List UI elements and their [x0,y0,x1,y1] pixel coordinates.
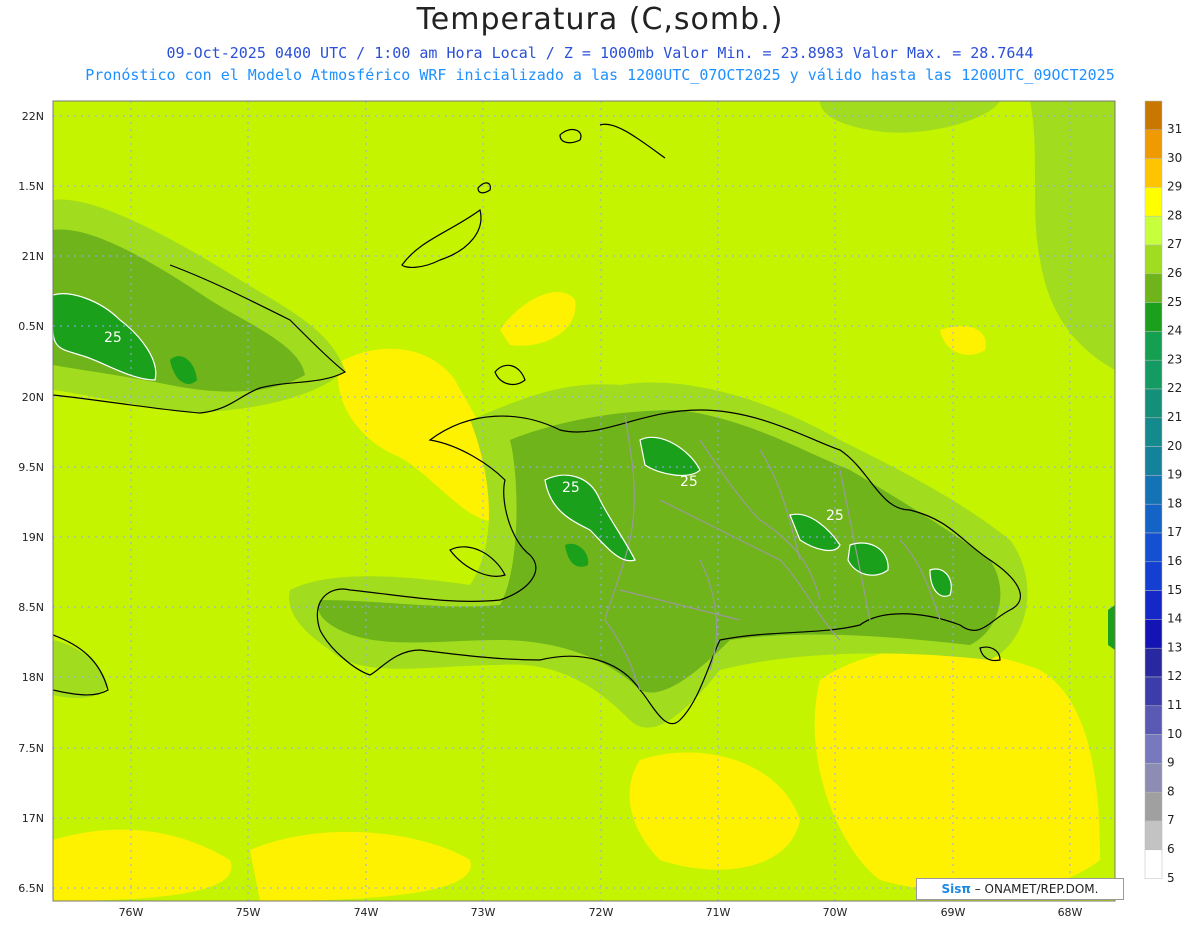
colorbar-label: 27 [1167,237,1182,251]
colorbar-label: 14 [1167,612,1182,626]
colorbar-label: 29 [1167,180,1182,194]
colorbar-swatch [1144,100,1163,131]
lat-label: 7.5N [18,742,44,755]
lat-label: 0.5N [18,320,44,333]
colorbar-swatch [1144,820,1163,851]
colorbar-label: 22 [1167,381,1182,395]
colorbar-swatch [1144,475,1163,505]
colorbar-swatch [1144,619,1163,649]
colorbar-swatch [1144,676,1163,707]
colorbar-swatch [1144,849,1163,879]
lat-label: 20N [22,391,44,404]
colorbar-swatch [1144,302,1163,332]
colorbar-label: 17 [1167,525,1182,539]
colorbar-label: 9 [1167,756,1175,770]
lon-label: 71W [706,906,731,919]
colorbar-label: 28 [1167,208,1182,222]
colorbar-label: 31 [1167,122,1182,136]
colorbar-swatch [1144,446,1163,476]
colorbar-label: 16 [1167,554,1182,568]
colorbar-swatch [1144,244,1163,275]
lon-label: 70W [823,906,848,919]
lat-label: 18N [22,671,44,684]
colorbar-swatch [1144,705,1163,735]
lat-label: 17N [22,812,44,825]
lon-label: 72W [589,906,614,919]
colorbar-swatch [1144,561,1163,591]
colorbar-swatch [1144,158,1163,188]
lon-label: 68W [1058,906,1083,919]
colorbar-swatch [1144,129,1163,159]
colorbar-label: 23 [1167,352,1182,366]
lon-label: 75W [236,906,261,919]
colorbar-label: 20 [1167,439,1182,453]
forecast-map: 25 25 25 25 22N 1.5N 21N 0.5N 20N 9.5N 1… [18,100,1182,919]
lat-label: 22N [22,110,44,123]
colorbar-label: 18 [1167,496,1182,510]
colorbar-swatch [1144,734,1163,764]
colorbar-swatch [1144,215,1163,246]
lat-label: 19N [22,531,44,544]
colorbar-label: 6 [1167,842,1175,856]
credit-text: – ONAMET/REP.DOM. [970,882,1099,896]
colorbar-swatch [1144,791,1163,822]
colorbar-swatch [1144,273,1163,303]
colorbar-label: 13 [1167,640,1182,654]
colorbar-swatch [1144,359,1163,390]
colorbar-label: 30 [1167,151,1182,165]
colorbar-label: 11 [1167,698,1182,712]
lon-label: 73W [471,906,496,919]
lat-label: 1.5N [18,180,44,193]
colorbar-swatch [1144,763,1163,793]
colorbar-label: 21 [1167,410,1182,424]
sispi-logo: Sisπ [941,882,971,896]
colorbar: 31 30 29 28 27 26 25 24 23 22 21 20 19 18 17 16 15 14 13 12… [1144,100,1182,885]
colorbar-label: 26 [1167,266,1182,280]
contour-label: 25 [680,474,698,490]
contour-label: 25 [104,330,122,346]
colorbar-label: 7 [1167,813,1175,827]
colorbar-label: 25 [1167,295,1182,309]
field-24-25-region [1108,605,1115,650]
colorbar-label: 19 [1167,468,1182,482]
contour-label: 25 [826,508,844,524]
colorbar-swatch [1144,532,1163,563]
colorbar-label: 24 [1167,324,1182,338]
colorbar-swatch [1144,417,1163,447]
colorbar-label: 15 [1167,583,1182,597]
lat-label: 9.5N [18,461,44,474]
colorbar-label: 12 [1167,669,1182,683]
field-28-29-region [814,648,1100,894]
colorbar-swatch [1144,331,1163,361]
contour-label: 25 [562,480,580,496]
lat-label: 8.5N [18,601,44,614]
lon-label: 69W [941,906,966,919]
colorbar-swatch [1144,590,1163,620]
colorbar-label: 10 [1167,727,1182,741]
colorbar-label: 8 [1167,784,1175,798]
lon-label: 74W [354,906,379,919]
temperature-field [53,101,1115,901]
colorbar-swatch [1144,647,1163,678]
lat-label: 6.5N [18,882,44,895]
lat-label: 21N [22,250,44,263]
longitude-labels: 76W 75W 74W 73W 72W 71W 70W 69W 68W [119,906,1083,919]
colorbar-label: 5 [1167,871,1175,885]
credit-box: Sisπ – ONAMET/REP.DOM. [916,878,1124,900]
latitude-labels: 22N 1.5N 21N 0.5N 20N 9.5N 19N 8.5N 18N … [18,110,44,895]
lon-label: 76W [119,906,144,919]
colorbar-swatch [1144,187,1163,217]
colorbar-swatch [1144,388,1163,419]
colorbar-swatch [1144,503,1163,534]
